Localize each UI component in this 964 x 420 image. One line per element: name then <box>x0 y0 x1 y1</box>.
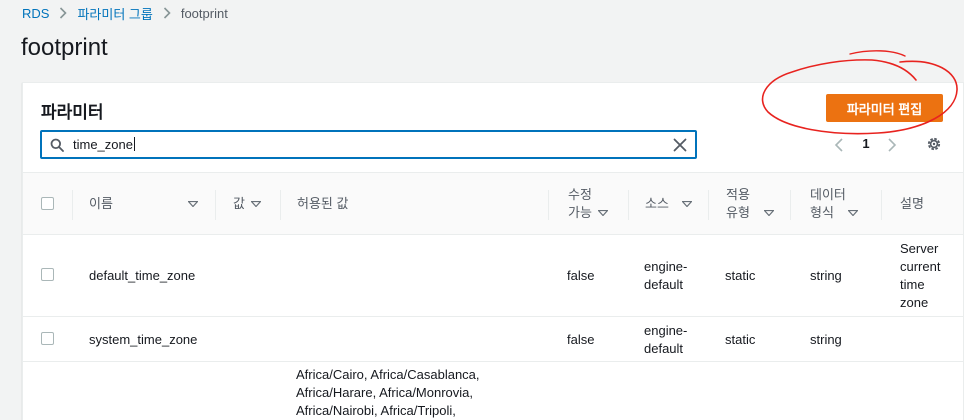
description-value: Server current time zone <box>900 240 940 312</box>
column-divider <box>708 190 709 220</box>
description-line-1: Server <box>900 241 939 256</box>
table-row[interactable]: default_time_zone false engine- default … <box>23 235 963 317</box>
sort-down-icon[interactable] <box>250 201 261 207</box>
column-label-modifiable-1: 수정 <box>568 187 592 202</box>
column-label-name: 이름 <box>89 196 113 211</box>
sort-down-icon[interactable] <box>597 210 608 216</box>
column-divider <box>548 190 549 220</box>
description-line-2: current <box>900 259 941 274</box>
allowed-values-line-1: Africa/Cairo, Africa/Casablanca, <box>296 367 480 382</box>
table-row[interactable]: Africa/Cairo, Africa/Casablanca, Africa/… <box>23 362 963 420</box>
apply-type-value: static <box>725 268 756 283</box>
column-label-data-type-2: 형식 <box>810 205 834 220</box>
page-number[interactable]: 1 <box>859 136 873 151</box>
apply-type-value: static <box>725 332 756 347</box>
column-label-source: 소스 <box>645 196 669 211</box>
parameters-panel: 파라미터 파라미터 편집 time_zone 1 이름 값 허용된 값 수정 가… <box>22 82 964 420</box>
clear-icon[interactable] <box>673 138 687 152</box>
gear-icon[interactable] <box>926 136 942 152</box>
column-header-name[interactable]: 이름 <box>89 173 199 235</box>
column-header-allowed-values[interactable]: 허용된 값 <box>297 173 497 235</box>
modifiable-value: false <box>567 268 595 283</box>
source-line-2: default <box>644 341 684 356</box>
source-line-1: engine- <box>644 323 688 338</box>
table-header: 이름 값 허용된 값 수정 가능 소스 적용 유형 데이터 형식 설명 <box>23 172 963 235</box>
sort-down-icon[interactable] <box>188 201 198 207</box>
column-header-modifiable[interactable]: 수정 가능 <box>568 173 628 235</box>
column-label-allowed-values: 허용된 값 <box>297 196 349 211</box>
breadcrumb-rds[interactable]: RDS <box>22 6 49 21</box>
column-label-data-type-1: 데이터 <box>810 187 846 202</box>
sort-down-icon[interactable] <box>847 210 858 216</box>
row-checkbox[interactable] <box>41 332 54 345</box>
description-line-4: zone <box>900 295 929 310</box>
search-input[interactable]: time_zone <box>40 130 697 159</box>
allowed-values-line-3: Africa/Nairobi, Africa/Tripoli, <box>296 403 456 418</box>
column-header-value[interactable]: 값 <box>233 173 273 235</box>
source-line-1: engine- <box>644 259 688 274</box>
parameter-name: system_time_zone <box>89 332 198 347</box>
allowed-values: Africa/Cairo, Africa/Casablanca, Africa/… <box>296 366 480 420</box>
data-type-value: string <box>810 332 842 347</box>
sort-down-icon[interactable] <box>681 201 692 207</box>
row-checkbox[interactable] <box>41 268 54 281</box>
column-header-source[interactable]: 소스 <box>645 173 705 235</box>
page-title: footprint <box>21 34 108 61</box>
column-label-modifiable-2: 가능 <box>568 205 592 220</box>
source-line-2: default <box>644 277 684 292</box>
chevron-right-icon <box>163 7 171 19</box>
modifiable-value: false <box>567 332 595 347</box>
breadcrumb-parameter-groups[interactable]: 파라미터 그룹 <box>77 4 152 23</box>
description-line-3: time <box>900 277 925 292</box>
column-label-apply-type-2: 유형 <box>726 205 750 220</box>
sort-down-icon[interactable] <box>763 210 774 216</box>
panel-title: 파라미터 <box>41 103 104 122</box>
next-page-icon[interactable] <box>886 137 898 153</box>
source-value: engine- default <box>644 322 687 358</box>
search-value: time_zone <box>73 137 133 152</box>
column-divider <box>215 190 216 220</box>
column-label-description: 설명 <box>900 196 924 211</box>
column-header-data-type[interactable]: 데이터 형식 <box>810 173 880 235</box>
column-divider <box>790 190 791 220</box>
allowed-values-line-2: Africa/Harare, Africa/Monrovia, <box>296 385 474 400</box>
table-row[interactable]: system_time_zone false engine- default s… <box>23 317 963 362</box>
breadcrumb-current: footprint <box>180 5 228 21</box>
edit-parameters-button[interactable]: 파라미터 편집 <box>826 94 943 122</box>
column-header-description[interactable]: 설명 <box>900 173 950 235</box>
text-cursor <box>133 137 135 151</box>
column-divider <box>881 190 882 220</box>
parameter-name: default_time_zone <box>89 268 196 283</box>
column-header-apply-type[interactable]: 적용 유형 <box>726 173 786 235</box>
breadcrumb: RDS 파라미터 그룹 footprint <box>22 4 228 23</box>
column-divider <box>280 190 281 220</box>
source-value: engine- default <box>644 258 687 294</box>
previous-page-icon[interactable] <box>833 137 845 153</box>
column-divider <box>628 190 629 220</box>
column-label-apply-type-1: 적용 <box>726 187 750 202</box>
column-label-value: 값 <box>233 196 245 211</box>
column-divider <box>72 190 73 220</box>
data-type-value: string <box>810 268 842 283</box>
select-all-checkbox[interactable] <box>41 197 54 210</box>
search-icon <box>50 138 64 152</box>
chevron-right-icon <box>59 7 68 19</box>
